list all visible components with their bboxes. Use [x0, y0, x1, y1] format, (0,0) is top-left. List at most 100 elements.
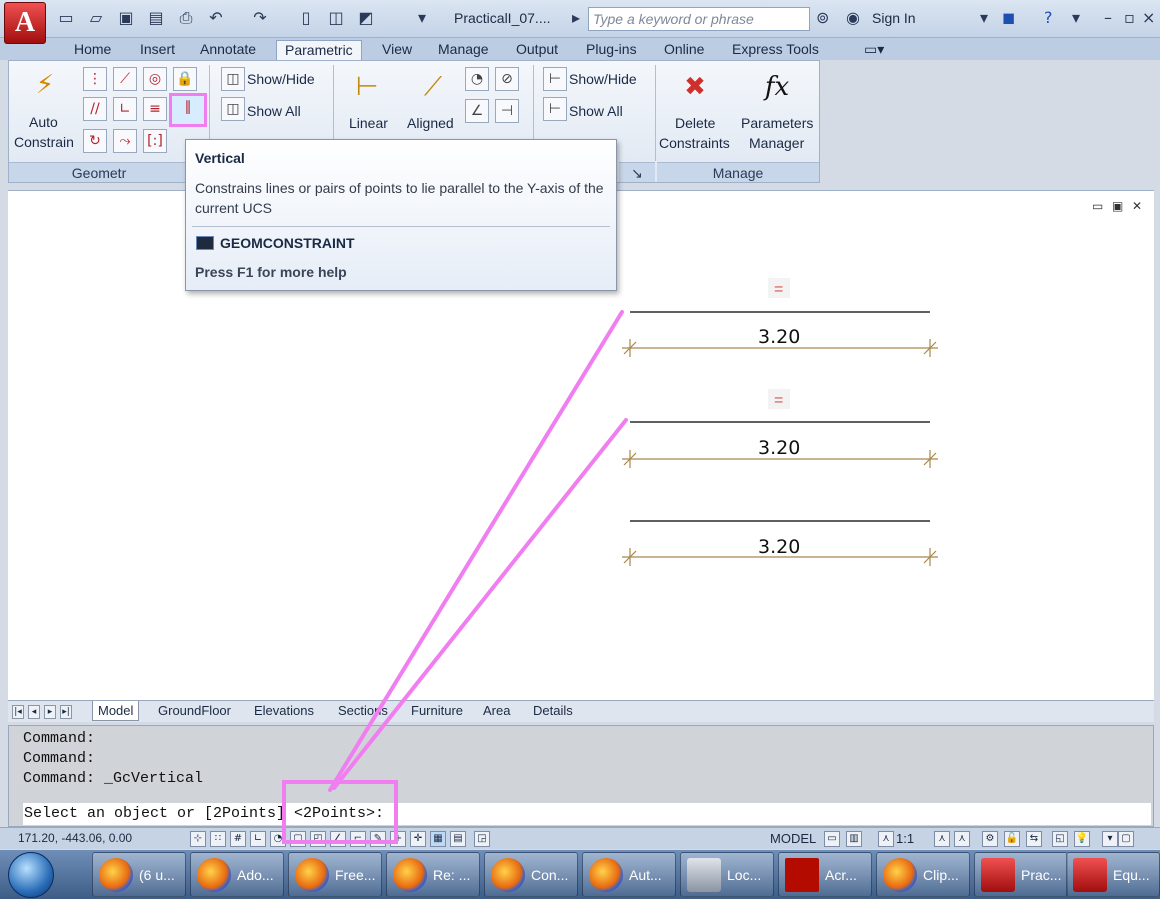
show-hide-geometric-button[interactable]: Show/Hide — [247, 71, 315, 87]
annotation-scale-icon[interactable]: ⋏ — [878, 831, 894, 847]
start-button[interactable] — [8, 852, 54, 898]
grid-icon[interactable]: # — [230, 831, 246, 847]
ortho-icon[interactable]: ∟ — [250, 831, 266, 847]
print-icon[interactable]: ⎙ — [176, 8, 196, 28]
layout-tab-details[interactable]: Details — [533, 703, 573, 718]
layer-icon[interactable]: ▯ — [296, 8, 316, 28]
show-all-geometric-button[interactable]: Show All — [247, 103, 301, 119]
taskbar-item-clip[interactable]: Clip... — [876, 852, 970, 897]
convert-icon[interactable]: ⊣ — [495, 99, 519, 123]
concentric-icon[interactable]: ◎ — [143, 67, 167, 91]
smooth-icon[interactable]: ⤳ — [113, 129, 137, 153]
binoculars-icon[interactable]: ⊚ — [816, 8, 829, 27]
sign-in-dropdown-icon[interactable]: ▾ — [980, 8, 988, 27]
help-dropdown-icon[interactable]: ▾ — [1072, 8, 1080, 27]
search-input[interactable]: Type a keyword or phrase — [588, 7, 810, 31]
layout-tab-model[interactable]: Model — [92, 701, 140, 721]
show-hide-dimensional-button[interactable]: Show/Hide — [569, 71, 637, 87]
tab-output[interactable]: Output — [508, 40, 566, 60]
title-arrow-icon[interactable]: ▸ — [572, 8, 580, 27]
aligned-dimension-icon[interactable]: ⟋ — [415, 69, 451, 105]
tab-home[interactable]: Home — [66, 40, 119, 60]
properties-icon[interactable]: ◫ — [326, 8, 346, 28]
3d-osnap-icon[interactable]: ◰ — [310, 831, 326, 847]
close-icon[interactable]: × — [1142, 8, 1155, 27]
parameters-manager-label-1[interactable]: Parameters — [741, 115, 813, 131]
coordinate-readout[interactable]: 171.20, -443.06, 0.00 — [18, 831, 132, 845]
show-all-geo-icon[interactable]: ◫ — [221, 97, 245, 121]
aligned-button[interactable]: Aligned — [407, 115, 454, 131]
new-file-icon[interactable]: ▭ — [56, 8, 76, 28]
parameters-manager-icon[interactable]: fx — [759, 69, 795, 105]
isolate-objects-icon[interactable]: ◱ — [1052, 831, 1068, 847]
application-menu-button[interactable]: A — [4, 2, 46, 44]
exchange-icon[interactable]: ◼ — [1002, 8, 1015, 27]
workspace-gear-icon[interactable]: ⚙ — [982, 831, 998, 847]
hardware-accel-icon[interactable]: ⇆ — [1026, 831, 1042, 847]
parallel-icon[interactable]: // — [83, 97, 107, 121]
sign-in-button[interactable]: Sign In — [872, 10, 916, 26]
parameters-manager-label-2[interactable]: Manager — [749, 135, 804, 151]
taskbar-item-firefox-4[interactable]: Re: ... — [386, 852, 480, 897]
last-layout-icon[interactable]: ▸| — [60, 705, 72, 719]
show-hide-dim-icon[interactable]: ⊢ — [543, 67, 567, 91]
constraint-badge-2[interactable]: = — [768, 389, 790, 409]
ducs-icon[interactable]: ⌐ — [350, 831, 366, 847]
layout-tab-elevations[interactable]: Elevations — [254, 703, 314, 718]
taskbar-item-local-disk[interactable]: Loc... — [680, 852, 774, 897]
quick-view-icon[interactable]: ▥ — [846, 831, 862, 847]
delete-constraints-label-1[interactable]: Delete — [675, 115, 715, 131]
show-all-dimensional-button[interactable]: Show All — [569, 103, 623, 119]
radial-icon[interactable]: ◔ — [465, 67, 489, 91]
tangent-icon[interactable]: ↻ — [83, 129, 107, 153]
polar-icon[interactable]: ◔ — [270, 831, 286, 847]
delete-constraints-icon[interactable]: ✖ — [677, 69, 713, 105]
user-icon[interactable]: ◉ — [846, 8, 860, 27]
tab-view[interactable]: View — [374, 40, 420, 60]
layout-tab-area[interactable]: Area — [483, 703, 510, 718]
layout-tab-sections[interactable]: Sections — [338, 703, 388, 718]
linear-button[interactable]: Linear — [349, 115, 388, 131]
transparency-icon[interactable]: ✛ — [410, 831, 426, 847]
taskbar-item-firefox-2[interactable]: Ado... — [190, 852, 284, 897]
annotation-scale[interactable]: 1:1 — [896, 831, 914, 846]
prev-layout-icon[interactable]: ◂ — [28, 705, 40, 719]
save-icon[interactable]: ▣ — [116, 8, 136, 28]
show-hide-geo-icon[interactable]: ◫ — [221, 67, 245, 91]
annotation-monitor-icon[interactable]: ◲ — [474, 831, 490, 847]
show-all-dim-icon[interactable]: ⊢ — [543, 97, 567, 121]
restore-icon[interactable]: ▫ — [1124, 8, 1135, 27]
qat-dropdown-icon[interactable]: ▾ — [412, 8, 432, 28]
angular-icon[interactable]: ∠ — [465, 99, 489, 123]
save-as-icon[interactable]: ▤ — [146, 8, 166, 28]
otrack-icon[interactable]: ∠ — [330, 831, 346, 847]
command-input[interactable]: Select an object or [2Points] <2Points>: — [23, 803, 1151, 825]
collinear-icon[interactable]: ⟋ — [113, 67, 137, 91]
tab-parametric[interactable]: Parametric — [276, 40, 362, 60]
diameter-icon[interactable]: ⊘ — [495, 67, 519, 91]
annotation-visibility-icon[interactable]: ⋏ — [934, 831, 950, 847]
snap-mode-icon[interactable]: ∷ — [210, 831, 226, 847]
taskbar-item-autocad-2[interactable]: Equ... — [1066, 852, 1160, 897]
vertical-icon[interactable]: ∥ — [169, 93, 207, 127]
auto-constrain-label-2[interactable]: Constrain — [14, 134, 74, 150]
undo-icon[interactable]: ↶ — [206, 8, 226, 28]
help-icon[interactable]: ? — [1044, 8, 1053, 27]
constraint-badge-1[interactable]: = — [768, 278, 790, 298]
tab-plug-ins[interactable]: Plug-ins — [578, 40, 645, 60]
lock-toolbar-icon[interactable]: 🔓 — [1004, 831, 1020, 847]
auto-scale-icon[interactable]: ⋏ — [954, 831, 970, 847]
status-menu-icon[interactable]: ▾ — [1102, 831, 1118, 847]
symmetric-icon[interactable]: [:] — [143, 129, 167, 153]
tab-annotate[interactable]: Annotate — [192, 40, 264, 60]
first-layout-icon[interactable]: |◂ — [12, 705, 24, 719]
perpendicular-icon[interactable]: ∟ — [113, 97, 137, 121]
minimize-icon[interactable]: – — [1104, 8, 1112, 27]
infer-constraints-icon[interactable]: ⊹ — [190, 831, 206, 847]
clean-screen-icon[interactable]: ▢ — [1118, 831, 1134, 847]
geometric-panel-title[interactable]: Geometr — [9, 162, 189, 182]
dyn-icon[interactable]: ✎ — [370, 831, 386, 847]
linear-dimension-icon[interactable]: ⊢ — [349, 69, 385, 105]
osnap-icon[interactable]: ▢ — [290, 831, 306, 847]
taskbar-item-acrobat[interactable]: Acr... — [778, 852, 872, 897]
